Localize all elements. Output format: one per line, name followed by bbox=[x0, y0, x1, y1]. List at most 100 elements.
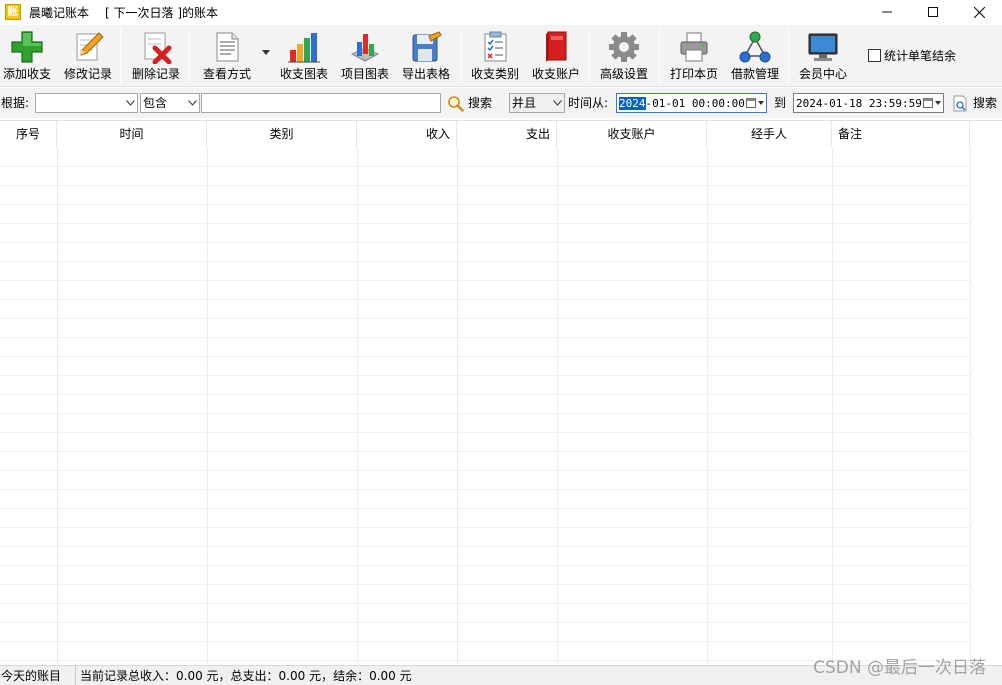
search-field-select[interactable] bbox=[35, 93, 138, 113]
column-header-expense[interactable]: 支出 bbox=[457, 121, 557, 147]
grid-row-line bbox=[0, 166, 970, 167]
grid-row-line bbox=[0, 641, 970, 642]
calendar-dropdown-icon[interactable] bbox=[922, 98, 943, 108]
account-button[interactable]: 收支账户 bbox=[530, 29, 582, 83]
project-chart-button[interactable]: 项目图表 bbox=[339, 29, 391, 83]
category-checklist-icon bbox=[477, 29, 513, 65]
grid-row-line bbox=[0, 527, 970, 528]
date-from-year-selected: 2024 bbox=[619, 96, 646, 110]
date-from-rest: -01-01 00:00:00 bbox=[645, 96, 745, 110]
app-name: 晨曦记账本 bbox=[29, 5, 90, 20]
single-balance-checkbox[interactable] bbox=[868, 49, 881, 62]
loan-management-label: 借款管理 bbox=[730, 67, 779, 81]
printer-icon bbox=[676, 29, 712, 65]
view-mode-label: 查看方式 bbox=[202, 67, 251, 81]
add-record-button[interactable]: 添加收支 bbox=[2, 29, 52, 83]
table-header: 序号 时间 类别 收入 支出 收支账户 经手人 备注 bbox=[0, 121, 1002, 147]
grid-row-line bbox=[0, 489, 970, 490]
grid-row-line bbox=[0, 432, 970, 433]
network-icon bbox=[737, 29, 773, 65]
grid-row-line bbox=[0, 299, 970, 300]
maximize-button[interactable] bbox=[910, 0, 956, 24]
column-header-note[interactable]: 备注 bbox=[832, 121, 970, 147]
grid-row-line bbox=[0, 261, 970, 262]
search-button[interactable]: 搜索 bbox=[447, 93, 492, 113]
add-record-label: 添加收支 bbox=[2, 67, 51, 81]
table-body[interactable] bbox=[0, 147, 1002, 664]
column-header-category[interactable]: 类别 bbox=[207, 121, 357, 147]
grid-column-line bbox=[457, 147, 458, 664]
match-mode-value: 包含 bbox=[143, 96, 168, 110]
time-from-label: 时间从: bbox=[568, 96, 609, 110]
book-title: [ 下一次日落 ]的账本 bbox=[105, 5, 219, 20]
column-header-handler[interactable]: 经手人 bbox=[707, 121, 832, 147]
grid-row-line bbox=[0, 375, 970, 376]
grid-row-line bbox=[0, 242, 970, 243]
edit-record-label: 修改记录 bbox=[63, 67, 112, 81]
close-button[interactable] bbox=[956, 0, 1002, 24]
income-chart-button[interactable]: 收支图表 bbox=[278, 29, 330, 83]
column-header-index[interactable]: 序号 bbox=[0, 121, 57, 147]
category-label: 收支类别 bbox=[470, 67, 519, 81]
column-header-account[interactable]: 收支账户 bbox=[557, 121, 707, 147]
grid-row-line bbox=[0, 470, 970, 471]
records-table[interactable]: 序号 时间 类别 收入 支出 收支账户 经手人 备注 bbox=[0, 120, 1002, 664]
grid-row-line bbox=[0, 584, 970, 585]
grid-row-line bbox=[0, 185, 970, 186]
minimize-button[interactable] bbox=[864, 0, 910, 24]
grid-row-line bbox=[0, 356, 970, 357]
edit-pencil-icon bbox=[70, 29, 106, 65]
account-book-icon bbox=[538, 29, 574, 65]
grid-row-line bbox=[0, 394, 970, 395]
column-header-income[interactable]: 收入 bbox=[357, 121, 457, 147]
chevron-down-icon bbox=[123, 94, 137, 112]
grid-row-line bbox=[0, 622, 970, 623]
grid-row-line bbox=[0, 451, 970, 452]
advanced-settings-button[interactable]: 高级设置 bbox=[598, 29, 650, 83]
search-bar: 根据: 包含 搜索 并且 时间从: 2024-01-01 00:00:00 到 … bbox=[0, 88, 1002, 118]
grid-row-line bbox=[0, 280, 970, 281]
date-to-picker[interactable]: 2024-01-18 23:59:59 bbox=[793, 93, 944, 113]
logic-select[interactable]: 并且 bbox=[509, 93, 565, 113]
minimize-icon bbox=[882, 11, 892, 13]
single-balance-label: 统计单笔结余 bbox=[884, 49, 957, 63]
single-balance-option[interactable]: 统计单笔结余 bbox=[868, 47, 956, 64]
date-from-picker[interactable]: 2024-01-01 00:00:00 bbox=[616, 93, 767, 113]
status-today: 今天的账目 bbox=[0, 665, 76, 685]
view-mode-dropdown-arrow[interactable] bbox=[262, 50, 270, 55]
match-mode-select[interactable]: 包含 bbox=[140, 93, 200, 113]
edit-record-button[interactable]: 修改记录 bbox=[62, 29, 114, 83]
grid-row-line bbox=[0, 318, 970, 319]
print-page-button[interactable]: 打印本页 bbox=[668, 29, 720, 83]
grid-row-line bbox=[0, 223, 970, 224]
grid-row-line bbox=[0, 565, 970, 566]
view-mode-button[interactable]: 查看方式 bbox=[200, 29, 254, 83]
delete-record-button[interactable]: 删除记录 bbox=[130, 29, 182, 83]
toolbar-separator bbox=[659, 29, 660, 83]
grid-column-line bbox=[707, 147, 708, 664]
grid-column-line bbox=[970, 147, 971, 664]
search-by-label: 根据: bbox=[1, 96, 30, 110]
search-keyword-input[interactable] bbox=[201, 93, 441, 113]
calendar-dropdown-icon[interactable] bbox=[745, 98, 766, 108]
monitor-icon bbox=[805, 29, 841, 65]
date-search-label: 搜索 bbox=[973, 96, 998, 110]
toolbar-separator bbox=[788, 29, 789, 83]
toolbar: 添加收支 修改记录 删除记录 查看方式 收支图表 项目图表 导出表格 收支类别 … bbox=[0, 25, 1002, 87]
member-center-button[interactable]: 会员中心 bbox=[797, 29, 849, 83]
date-search-button[interactable]: 搜索 bbox=[952, 93, 997, 113]
loan-management-button[interactable]: 借款管理 bbox=[729, 29, 781, 83]
grid-row-line bbox=[0, 337, 970, 338]
title-bar: 账 晨曦记账本 [ 下一次日落 ]的账本 bbox=[0, 0, 1002, 24]
export-table-button[interactable]: 导出表格 bbox=[400, 29, 452, 83]
toolbar-separator bbox=[120, 29, 121, 83]
grid-column-line bbox=[207, 147, 208, 664]
account-label: 收支账户 bbox=[531, 67, 580, 81]
print-page-label: 打印本页 bbox=[669, 67, 718, 81]
column-header-time[interactable]: 时间 bbox=[57, 121, 207, 147]
date-to-value: 2024-01-18 23:59:59 bbox=[796, 96, 922, 110]
category-button[interactable]: 收支类别 bbox=[469, 29, 521, 83]
add-icon bbox=[9, 29, 45, 65]
to-label: 到 bbox=[774, 96, 787, 110]
chevron-down-icon bbox=[185, 94, 199, 112]
